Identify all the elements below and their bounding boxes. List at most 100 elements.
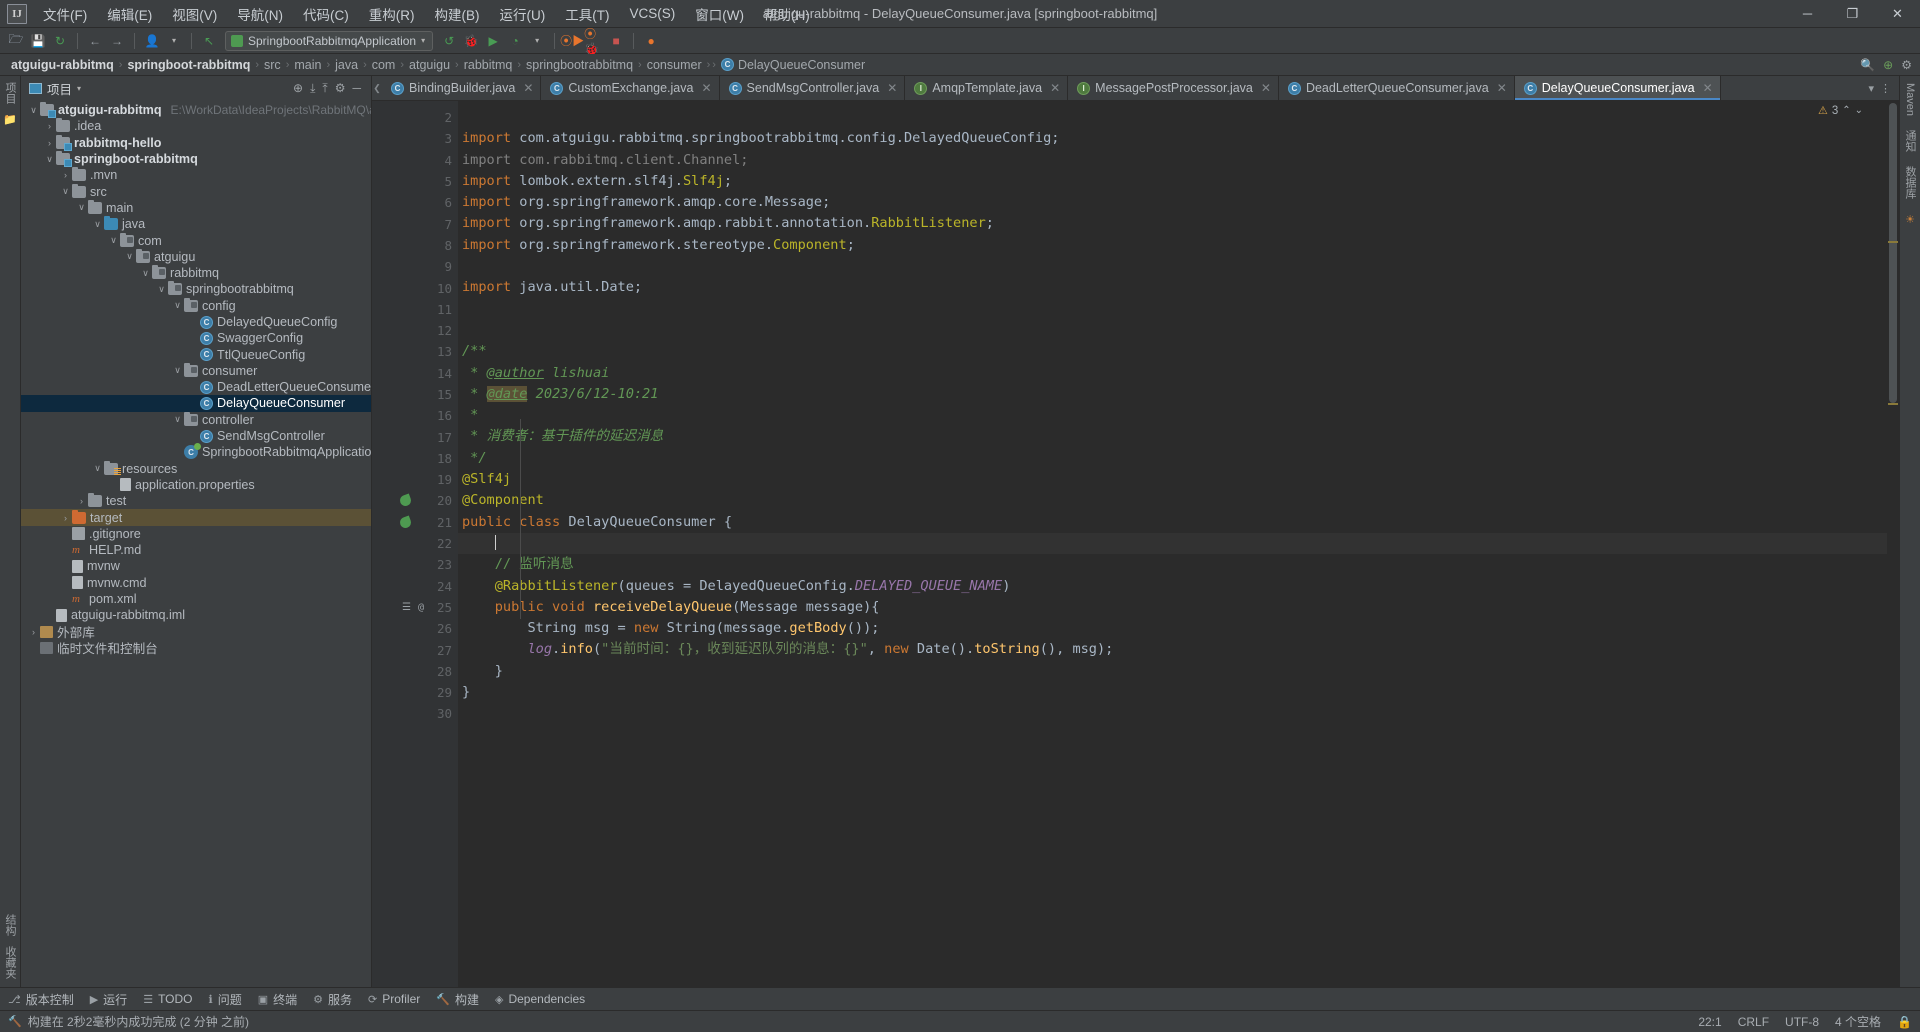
tab-messagepostprocessor[interactable]: I MessagePostProcessor.java ✕ (1068, 76, 1279, 100)
chevron-down-icon[interactable]: ∨ (139, 268, 152, 279)
gutter-line-13[interactable]: 13⊟ (372, 341, 466, 362)
chevron-right-icon[interactable]: › (43, 138, 56, 148)
rail-item-project[interactable]: 项目 (2, 82, 18, 104)
code-line-24[interactable]: @RabbitListener(queues = DelayedQueueCon… (458, 576, 1887, 597)
chevron-down-icon[interactable]: ∨ (107, 235, 120, 246)
warning-marker[interactable] (1888, 403, 1898, 405)
menu-view[interactable]: 视图(V) (162, 0, 227, 28)
code-line-11[interactable] (458, 299, 1887, 320)
code-line-18[interactable]: */ (458, 448, 1887, 469)
tree-node-application-properties[interactable]: application.properties (21, 477, 371, 493)
caret-position[interactable]: 22:1 (1698, 1015, 1721, 1029)
stop-icon[interactable]: ■ (606, 31, 626, 51)
tree-node-rabbitmq[interactable]: ∨ rabbitmq (21, 265, 371, 281)
attach-process-icon[interactable]: ● (641, 31, 661, 51)
tree-node-gitignore[interactable]: .gitignore (21, 526, 371, 542)
tab-sendmsgcontroller[interactable]: C SendMsgController.java ✕ (719, 76, 906, 100)
scrollbar-thumb[interactable] (1889, 103, 1897, 403)
code-line-12[interactable] (458, 320, 1887, 341)
gutter-line-7[interactable]: 7 (372, 213, 458, 234)
gutter-line-28[interactable]: 28└ (372, 661, 466, 682)
menu-vcs[interactable]: VCS(S) (620, 2, 686, 25)
toolwindow-services[interactable]: ⚙ 服务 (313, 991, 352, 1008)
chevron-down-icon[interactable]: ∨ (155, 284, 168, 295)
rail-item-notifications[interactable]: 通知 (1902, 130, 1918, 152)
breadcrumb-item-consumer[interactable]: consumer (644, 58, 705, 72)
tree-node-mvnw-cmd[interactable]: mvnw.cmd (21, 575, 371, 591)
menu-tools[interactable]: 工具(T) (555, 0, 619, 28)
gutter-line-27[interactable]: 27 (372, 639, 458, 660)
tab-scroll-left-icon[interactable]: ❮ (372, 76, 382, 100)
breadcrumb-item-springbootrabbitmq[interactable]: springbootrabbitmq (523, 58, 636, 72)
tree-node-mvnw[interactable]: mvnw (21, 558, 371, 574)
gutter-line-25[interactable]: @☰25⊟ (372, 597, 466, 618)
tree-node-springbootrabbitmqapplication[interactable]: C SpringbootRabbitmqApplication (21, 443, 371, 460)
editor-scrollbar[interactable] (1887, 101, 1899, 987)
code-line-17[interactable]: * 消费者：基于插件的延迟消息 (458, 426, 1887, 447)
hide-panel-icon[interactable]: ─ (352, 81, 361, 95)
plugin-update-icon[interactable]: ⊕ (1883, 58, 1893, 72)
inspection-prev-icon[interactable]: ⌃ (1842, 105, 1850, 116)
open-project-icon[interactable]: 🗁 (6, 31, 26, 51)
menu-code[interactable]: 代码(C) (293, 0, 359, 28)
tree-node-target[interactable]: › target (21, 509, 371, 526)
locate-file-icon[interactable]: ⊕ (293, 81, 303, 95)
code-text-area[interactable]: import com.atguigu.rabbitmq.springbootra… (458, 101, 1887, 987)
gutter-line-19[interactable]: 19⊟ (372, 469, 466, 490)
gutter-line-24[interactable]: 24 (372, 576, 458, 597)
tree-node-main[interactable]: ∨ main (21, 199, 371, 216)
breadcrumb-item-rabbitmq[interactable]: rabbitmq (461, 58, 516, 72)
code-line-10[interactable]: import java.util.Date; (458, 277, 1887, 298)
undo-icon[interactable]: ↖ (199, 31, 219, 51)
tab-options-icon[interactable]: ⋮ (1880, 82, 1891, 95)
tree-node-delayedqueueconfig[interactable]: C DelayedQueueConfig (21, 314, 371, 330)
toolwindow-profiler[interactable]: ⟳ Profiler (368, 992, 420, 1006)
code-line-3[interactable]: import com.atguigu.rabbitmq.springbootra… (458, 128, 1887, 149)
debug-icon[interactable]: 🐞 (461, 31, 481, 51)
gutter-line-16[interactable]: 16 (372, 405, 458, 426)
breadcrumb-item-src[interactable]: src (261, 58, 284, 72)
inspection-widget[interactable]: ⚠ 3 ⌃ ⌄ (1818, 104, 1863, 118)
gutter-line-6[interactable]: 6 (372, 192, 458, 213)
tree-node-test[interactable]: › test (21, 493, 371, 509)
tree-node-rabbitmq-hello[interactable]: › rabbitmq-hello (21, 134, 371, 151)
chevron-right-icon[interactable]: › (43, 121, 56, 131)
project-view-chevron-down-icon[interactable]: ▾ (77, 84, 81, 93)
tree-node-springboot-rabbitmq[interactable]: ∨ springboot-rabbitmq (21, 151, 371, 168)
navigate-forward-icon[interactable]: → (107, 31, 127, 51)
maximize-button[interactable]: ❐ (1830, 0, 1875, 28)
run-application-icon[interactable]: ⦿▶ (560, 31, 584, 51)
breadcrumb-item-springboot-rabbitmq[interactable]: springboot-rabbitmq (124, 58, 253, 72)
search-everywhere-icon[interactable]: 🔍 (1860, 58, 1875, 72)
tree-node-com[interactable]: ∨ com (21, 232, 371, 248)
gutter-line-21[interactable]: 21 (372, 512, 458, 533)
close-tab-icon[interactable]: ✕ (887, 81, 897, 95)
gutter-line-23[interactable]: 23 (372, 554, 458, 575)
code-line-13[interactable]: /** (458, 341, 1887, 362)
rail-item-structure[interactable]: 结构 (2, 914, 18, 936)
code-line-5[interactable]: import lombok.extern.slf4j.Slf4j; (458, 171, 1887, 192)
code-line-15[interactable]: * @date 2023/6/12-10:21 (458, 384, 1887, 405)
code-line-9[interactable] (458, 256, 1887, 277)
expand-all-icon[interactable]: ⤓ (310, 81, 315, 96)
chevron-right-icon[interactable]: › (75, 496, 88, 506)
code-line-8[interactable]: import org.springframework.stereotype.Co… (458, 235, 1887, 256)
menu-navigate[interactable]: 导航(N) (227, 0, 293, 28)
toolwindow-run[interactable]: ▶ 运行 (90, 991, 127, 1008)
tree-node-swaggerconfig[interactable]: C SwaggerConfig (21, 330, 371, 346)
chevron-down-icon[interactable]: ∨ (91, 463, 104, 474)
editor-gutter[interactable]: 2 3⊟ 4 5 6 7 8 9 10⊟ 11 12 13⊟ 14 15 16 17 18└19⊟20⊟ 21 22… (372, 101, 466, 987)
gutter-line-3[interactable]: 3⊟ (372, 128, 466, 149)
gutter-line-14[interactable]: 14 (372, 363, 458, 384)
tab-amqptemplate[interactable]: I AmqpTemplate.java ✕ (905, 76, 1069, 100)
gutter-line-20[interactable]: 20⊟ (372, 490, 466, 511)
lock-icon[interactable]: 🔒 (1897, 1015, 1912, 1029)
tree-node-java[interactable]: ∨ java (21, 216, 371, 232)
navigate-back-icon[interactable]: ← (85, 31, 105, 51)
tree-node-config[interactable]: ∨ config (21, 297, 371, 314)
coverage-chevron-down-icon[interactable]: ▾ (527, 31, 547, 51)
code-line-20[interactable]: @Component (458, 490, 1887, 511)
menu-file[interactable]: 文件(F) (33, 0, 97, 28)
code-line-2[interactable] (458, 107, 1887, 128)
gutter-line-29[interactable]: 29 (372, 682, 458, 703)
